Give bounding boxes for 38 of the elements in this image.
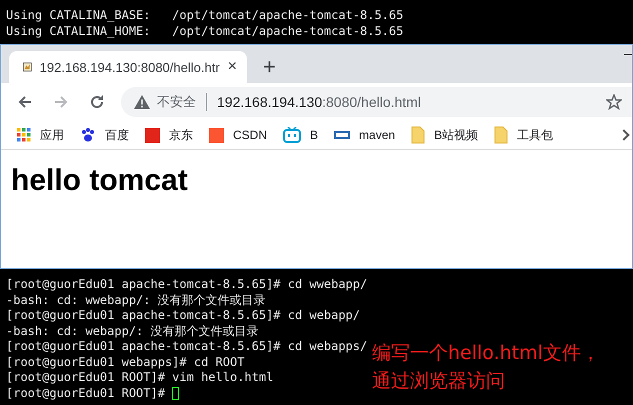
tv-icon xyxy=(283,127,302,143)
terminal-line: -bash: cd: wwebapp/: 没有那个文件或目录 xyxy=(6,292,266,308)
terminal-line: [root@guorEdu01 apache-tomcat-8.5.65]# cd webapp/ xyxy=(6,308,360,324)
warning-icon xyxy=(134,95,150,109)
new-tab-button[interactable]: + xyxy=(263,56,276,78)
bookmark-item[interactable]: B xyxy=(283,127,318,143)
url-text: 192.168.194.130:8080/hello.html xyxy=(217,94,421,110)
terminal-line: Using CATALINA_HOME: /opt/tomcat/apache-tomcat-8.5.65 xyxy=(6,24,404,39)
reload-icon[interactable] xyxy=(89,94,105,110)
browser-tab[interactable]: 192.168.194.130:8080/hello.htr × xyxy=(9,51,247,83)
terminal-line: [root@guorEdu01 ROOT]# xyxy=(6,386,180,401)
bookmark-item[interactable]: 京东 xyxy=(145,126,193,144)
bookmark-item[interactable]: CSDN xyxy=(209,128,268,142)
annotation-text: 编写一个hello.html文件， xyxy=(372,341,600,366)
close-tab-button[interactable]: × xyxy=(228,58,237,76)
paw-icon xyxy=(80,127,96,143)
back-icon[interactable] xyxy=(17,94,33,110)
terminal-line: [root@guorEdu01 apache-tomcat-8.5.65]# cd webapps/ xyxy=(6,339,368,354)
cursor-icon xyxy=(172,386,180,400)
terminal-line: Using CATALINA_BASE: /opt/tomcat/apache-tomcat-8.5.65 xyxy=(6,8,404,24)
annotation-text: 通过浏览器访问 xyxy=(372,369,505,394)
bookmark-item[interactable]: 百度 xyxy=(80,126,129,144)
security-label: 不安全 xyxy=(157,93,196,111)
address-bar[interactable]: 不安全 192.168.194.130:8080/hello.html xyxy=(121,87,632,117)
bookmark-item[interactable]: maven xyxy=(334,128,396,142)
bookmark-item[interactable]: B站视频 xyxy=(411,126,478,144)
folder-icon xyxy=(494,126,508,144)
terminal-line: [root@guorEdu01 webapps]# cd ROOT xyxy=(6,354,244,370)
tab-title: 192.168.194.130:8080/hello.htr xyxy=(40,60,220,74)
folder-icon xyxy=(411,126,426,144)
bookmark-item[interactable]: 应用 xyxy=(17,126,64,144)
terminal-line: -bash: cd: webapp/: 没有那个文件或目录 xyxy=(6,324,258,339)
star-icon[interactable] xyxy=(606,94,622,110)
page-heading: hello tomcat xyxy=(11,164,188,198)
bookmark-item[interactable]: 工具包 xyxy=(494,126,554,144)
terminal-line: [root@guorEdu01 apache-tomcat-8.5.65]# cd wwebapp/ xyxy=(6,277,368,292)
apps-grid-icon xyxy=(17,128,31,142)
terminal-line: [root@guorEdu01 ROOT]# vim hello.html xyxy=(6,370,274,386)
